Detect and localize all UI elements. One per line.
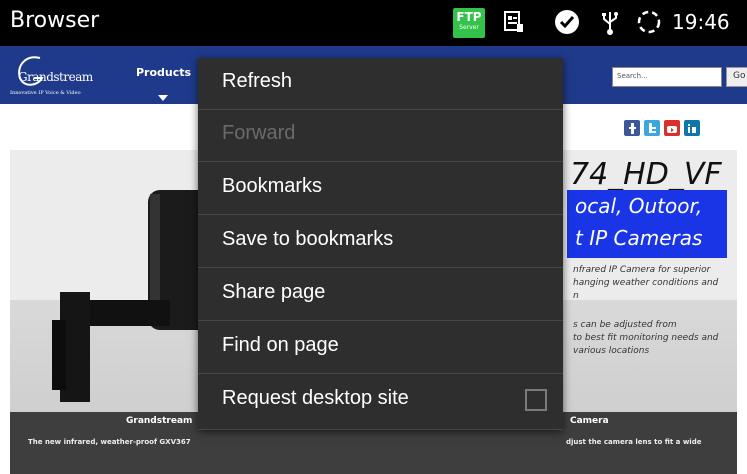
- ftp-server-icon: FTP Server: [453, 8, 485, 38]
- caption-right-title: Camera: [570, 416, 609, 426]
- menu-item-refresh[interactable]: Refresh: [198, 58, 563, 110]
- nav-products[interactable]: Products: [136, 66, 191, 79]
- menu-item-label: Bookmarks: [222, 175, 323, 197]
- clock: 19:46: [672, 10, 730, 34]
- request-desktop-site-checkbox[interactable]: [525, 389, 547, 411]
- banner-headline: 74_HD_VF: [570, 157, 722, 192]
- site-logo[interactable]: Grandstream Innovative IP Voice & Video: [10, 52, 93, 96]
- camera-image: [52, 190, 212, 402]
- usb-icon: [601, 10, 619, 40]
- menu-item-share-page[interactable]: Share page: [198, 269, 563, 321]
- menu-item-forward: Forward: [198, 110, 563, 162]
- twitter-icon[interactable]: [644, 120, 660, 136]
- menu-item-label: Forward: [222, 122, 296, 144]
- menu-item-request-desktop-site[interactable]: Request desktop site: [198, 375, 563, 430]
- overflow-menu: Refresh Forward Bookmarks Save to bookma…: [198, 58, 563, 430]
- menu-item-find-on-page[interactable]: Find on page: [198, 322, 563, 374]
- menu-item-label: Find on page: [222, 334, 339, 356]
- linkedin-icon[interactable]: [684, 120, 700, 136]
- caption-left-title: Grandstream: [126, 416, 193, 426]
- facebook-icon[interactable]: [624, 120, 640, 136]
- notification-check-icon: [553, 8, 581, 40]
- contacts-card-icon: [503, 10, 525, 38]
- ftp-label: FTP: [456, 10, 482, 24]
- banner-description-line: nfrared IP Camera for superior: [573, 265, 711, 275]
- banner-blue-box: ocal, Outoor, t IP Cameras: [567, 190, 727, 258]
- banner-blue-line: t IP Cameras: [575, 226, 703, 250]
- banner-blue-line: ocal, Outoor,: [575, 194, 703, 218]
- banner-description-line: s can be adjusted from: [573, 320, 677, 330]
- chevron-down-icon: [158, 86, 168, 105]
- banner-description-line: n: [573, 291, 579, 301]
- logo-word: Grandstream: [18, 70, 93, 84]
- logo-tagline: Innovative IP Voice & Video: [10, 90, 81, 96]
- site-go-button[interactable]: Go: [726, 67, 747, 87]
- banner-description-line: hanging weather conditions and: [573, 278, 719, 288]
- menu-item-label: Save to bookmarks: [222, 228, 394, 250]
- menu-item-label: Refresh: [222, 70, 293, 92]
- menu-item-bookmarks[interactable]: Bookmarks: [198, 163, 563, 215]
- status-bar: Browser FTP Server 19:46: [0, 0, 747, 46]
- site-search-input[interactable]: Search...: [612, 67, 722, 87]
- menu-item-label: Request desktop site: [222, 387, 409, 409]
- app-title: Browser: [10, 8, 100, 33]
- menu-item-label: Share page: [222, 281, 326, 303]
- menu-item-save-to-bookmarks[interactable]: Save to bookmarks: [198, 216, 563, 268]
- caption-right-text: djust the camera lens to fit a wide: [566, 438, 702, 446]
- caption-left-text: The new infrared, weather-proof GXV367: [28, 438, 191, 446]
- banner-description-line: to best fit monitoring needs and: [573, 333, 719, 343]
- ftp-sublabel: Server: [459, 24, 479, 31]
- banner-description-line: various locations: [573, 346, 650, 356]
- youtube-icon[interactable]: [664, 120, 680, 136]
- sync-spinner-icon: [636, 9, 662, 39]
